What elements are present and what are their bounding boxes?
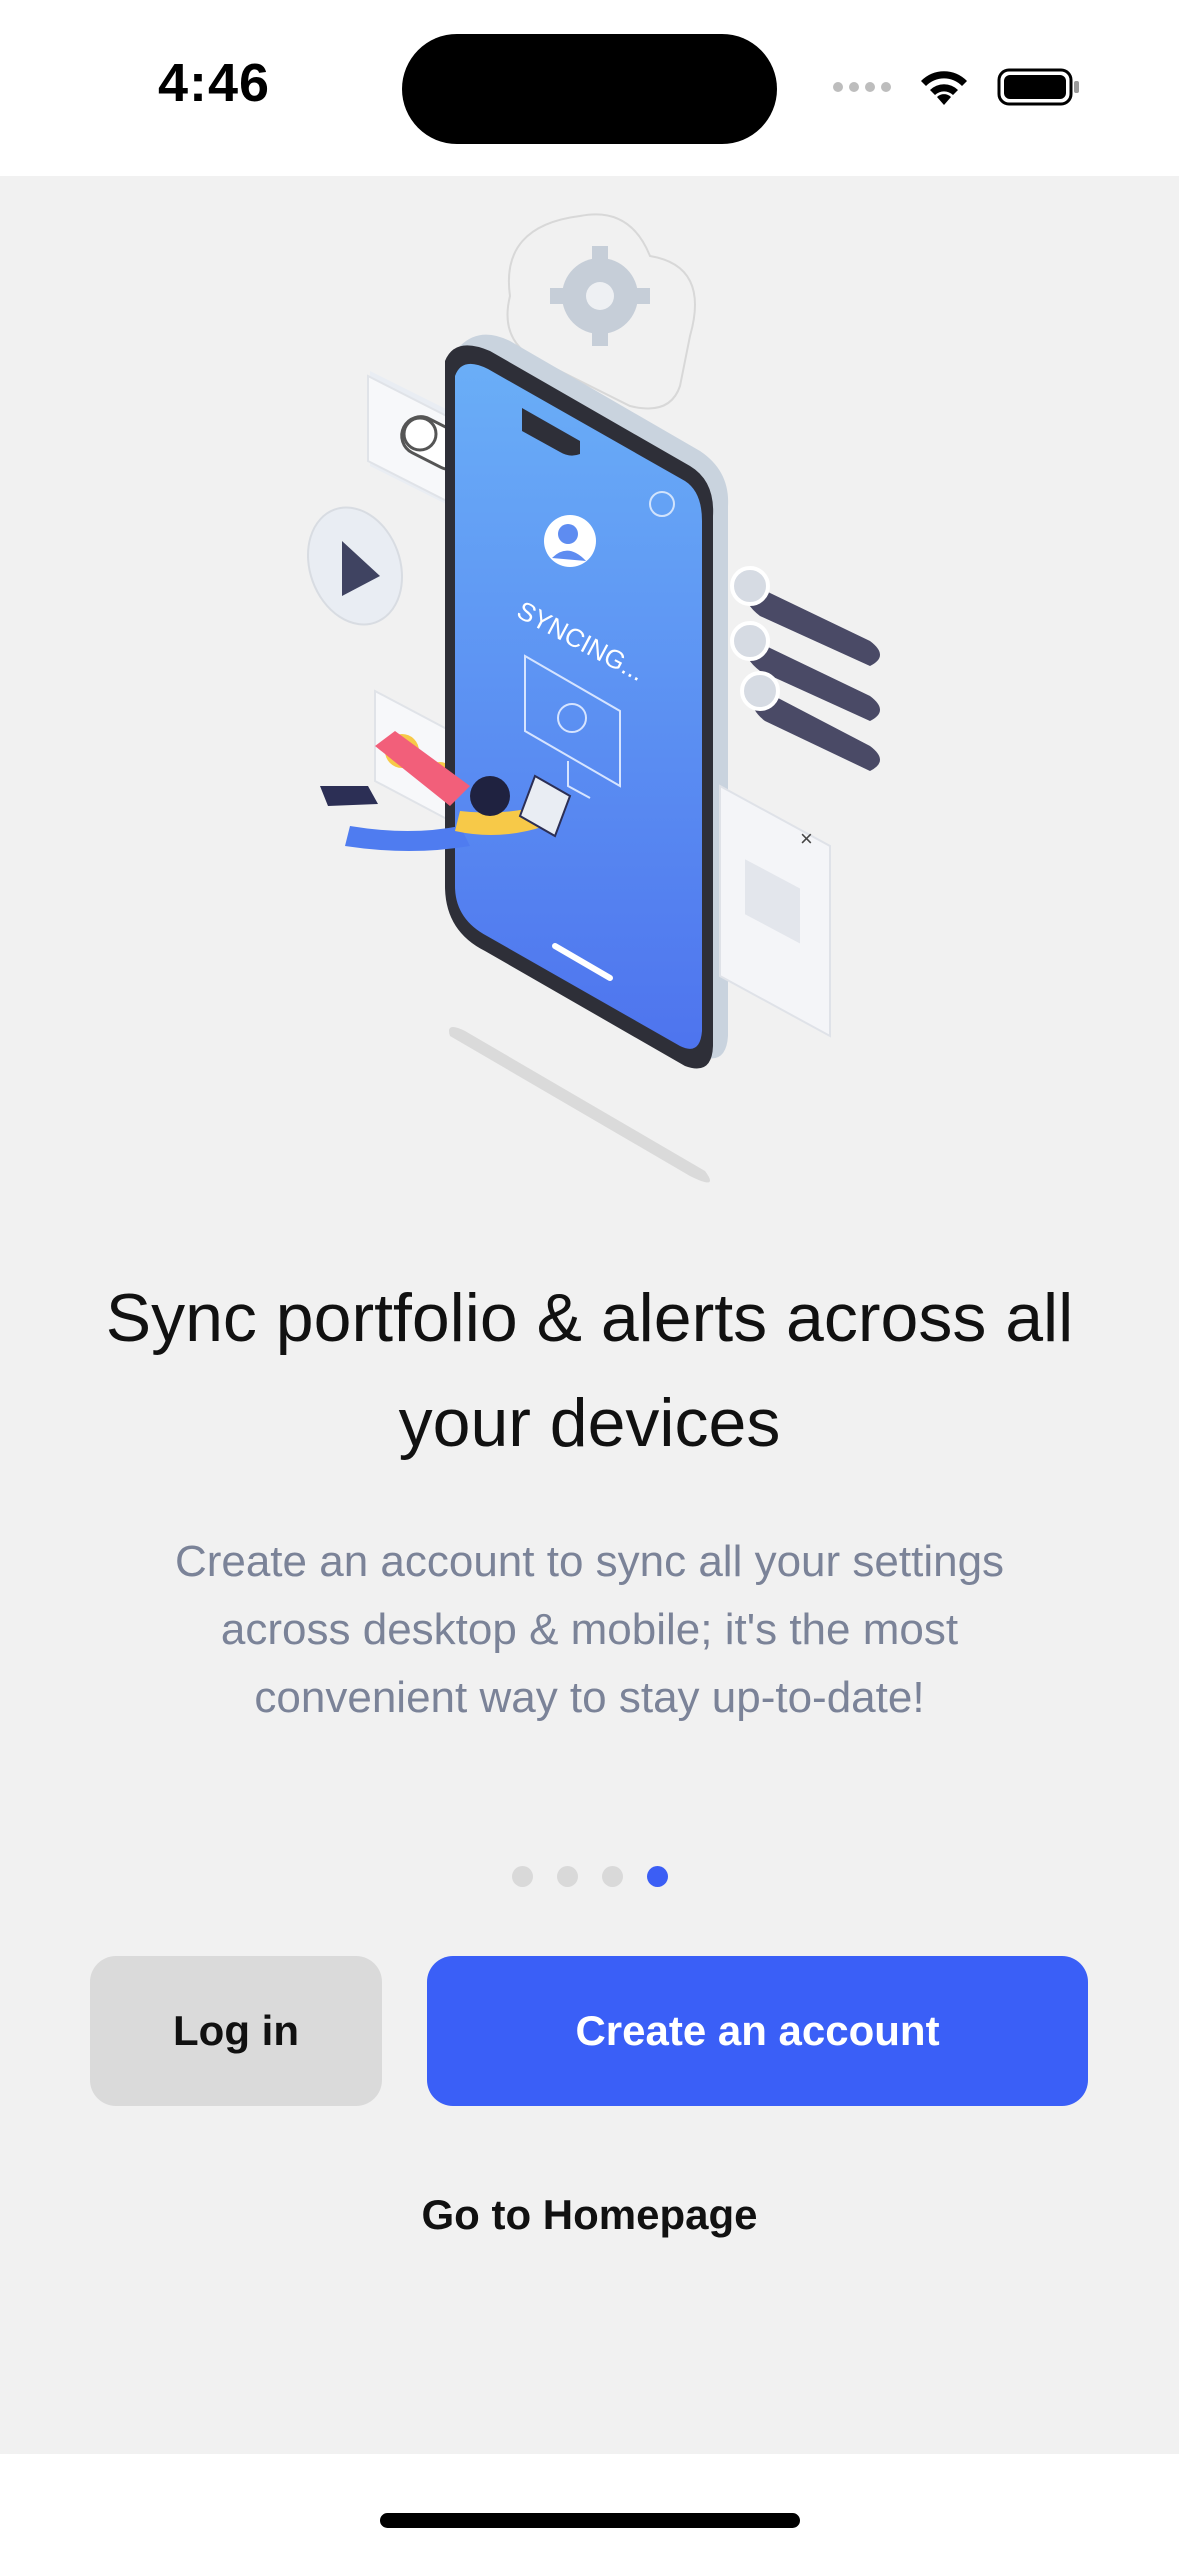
status-bar: 4:46 <box>0 0 1179 176</box>
status-time: 4:46 <box>158 53 271 113</box>
dynamic-island <box>402 34 777 144</box>
page-dot-3[interactable] <box>601 1866 623 1887</box>
onboarding-screen: ON SYNCING... <box>0 176 1179 2454</box>
page-dot-4-active[interactable] <box>646 1866 668 1887</box>
create-account-button[interactable]: Create an account <box>427 1956 1088 2106</box>
cellular-signal-icon <box>833 82 891 92</box>
slider-controls <box>730 566 880 771</box>
close-icon: × <box>800 826 813 851</box>
status-icons <box>833 62 1081 112</box>
go-to-homepage-link[interactable]: Go to Homepage <box>0 2191 1179 2239</box>
login-button[interactable]: Log in <box>90 1956 382 2106</box>
home-indicator[interactable] <box>380 2513 800 2528</box>
page-dot-2[interactable] <box>556 1866 578 1887</box>
play-icon <box>306 506 404 626</box>
onboarding-description: Create an account to sync all your setti… <box>174 1537 1005 1722</box>
onboarding-headline: Sync portfolio & alerts across all your … <box>105 1280 1074 1461</box>
battery-icon <box>997 68 1079 106</box>
page-indicator <box>0 1866 1179 1887</box>
sync-devices-illustration: ON SYNCING... <box>306 213 880 1183</box>
phone-illustration: SYNCING... <box>445 334 729 1069</box>
window-card: × <box>719 784 831 1038</box>
bottom-safe-area <box>0 2454 1179 2556</box>
wifi-icon <box>921 71 967 105</box>
page-dot-1[interactable] <box>511 1866 533 1887</box>
